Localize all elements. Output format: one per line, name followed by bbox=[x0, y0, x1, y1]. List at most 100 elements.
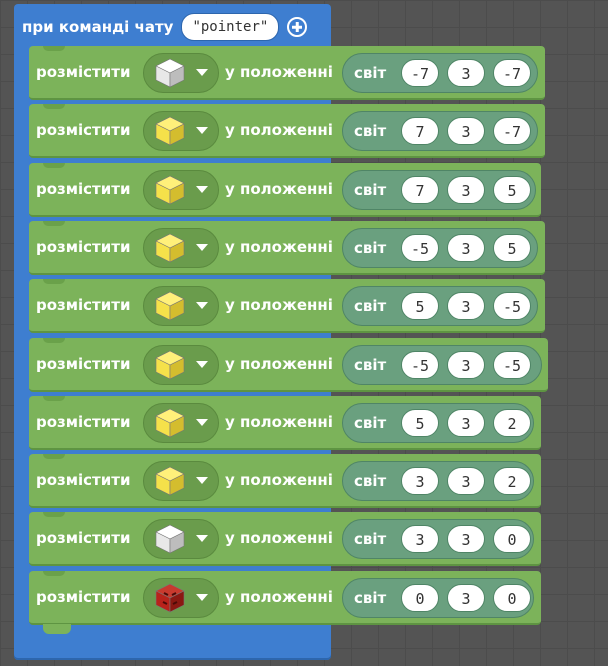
coord-x-input[interactable]: 7 bbox=[401, 176, 439, 204]
place-block-statement[interactable]: розмістити у положенні світ -5 3 -5 bbox=[29, 338, 548, 392]
chevron-down-icon bbox=[196, 594, 208, 601]
chevron-down-icon bbox=[196, 69, 208, 76]
position-label: у положенні bbox=[225, 121, 333, 139]
coord-x-input[interactable]: 5 bbox=[401, 292, 439, 320]
coord-x-input[interactable]: 5 bbox=[401, 409, 439, 437]
stack-end-notch bbox=[43, 624, 71, 634]
coord-y-input[interactable]: 3 bbox=[447, 234, 485, 262]
coord-y-input[interactable]: 3 bbox=[447, 467, 485, 495]
white-block-icon bbox=[154, 57, 186, 89]
block-type-dropdown[interactable] bbox=[143, 461, 219, 501]
block-type-dropdown[interactable] bbox=[143, 228, 219, 268]
block-type-dropdown[interactable] bbox=[143, 170, 219, 210]
coord-x-input[interactable]: -7 bbox=[401, 59, 439, 87]
world-position-reporter[interactable]: світ -5 3 -5 bbox=[342, 345, 542, 385]
coord-x-input[interactable]: 3 bbox=[401, 525, 439, 553]
block-type-dropdown[interactable] bbox=[143, 519, 219, 559]
position-label: у положенні bbox=[225, 355, 333, 373]
position-label: у положенні bbox=[225, 471, 333, 489]
coord-x-input[interactable]: 7 bbox=[401, 117, 439, 145]
coord-x-input[interactable]: 3 bbox=[401, 467, 439, 495]
place-block-statement[interactable]: розмістити у положенні світ 7 3 -7 bbox=[29, 104, 545, 158]
position-label: у положенні bbox=[225, 413, 333, 431]
event-header: при команді чату "pointer" bbox=[22, 12, 308, 42]
coord-z-input[interactable]: 0 bbox=[493, 584, 531, 612]
place-block-statement[interactable]: розмістити у положенні світ 5 3 2 bbox=[29, 396, 541, 450]
coord-z-input[interactable]: 0 bbox=[493, 525, 531, 553]
world-position-reporter[interactable]: світ 3 3 0 bbox=[342, 519, 534, 559]
world-label: світ bbox=[354, 414, 387, 432]
coord-x-input[interactable]: -5 bbox=[401, 351, 439, 379]
position-label: у положенні bbox=[225, 296, 333, 314]
world-position-reporter[interactable]: світ -7 3 -7 bbox=[342, 53, 538, 93]
place-label: розмістити bbox=[36, 471, 131, 489]
redstone-block-icon bbox=[154, 582, 186, 614]
place-block-statement[interactable]: розмістити у положенні світ 7 3 5 bbox=[29, 163, 541, 217]
place-block-statement[interactable]: розмістити у положенні світ 5 3 -5 bbox=[29, 279, 545, 333]
coord-x-input[interactable]: 0 bbox=[401, 584, 439, 612]
chat-command-input[interactable]: "pointer" bbox=[181, 13, 280, 41]
coord-z-input[interactable]: 2 bbox=[493, 467, 531, 495]
place-label: розмістити bbox=[36, 180, 131, 198]
chevron-down-icon bbox=[196, 535, 208, 542]
coord-y-input[interactable]: 3 bbox=[447, 292, 485, 320]
coord-z-input[interactable]: 5 bbox=[493, 234, 531, 262]
place-label: розмістити bbox=[36, 588, 131, 606]
chevron-down-icon bbox=[196, 244, 208, 251]
gold-block-icon bbox=[154, 174, 186, 206]
coord-z-input[interactable]: -7 bbox=[493, 59, 531, 87]
coord-y-input[interactable]: 3 bbox=[447, 117, 485, 145]
world-label: світ bbox=[354, 64, 387, 82]
white-block-icon bbox=[154, 523, 186, 555]
coord-z-input[interactable]: -5 bbox=[493, 292, 531, 320]
add-parameter-icon[interactable] bbox=[287, 17, 308, 37]
place-block-statement[interactable]: розмістити у положенні світ 0 3 0 bbox=[29, 571, 541, 625]
world-label: світ bbox=[354, 122, 387, 140]
place-label: розмістити bbox=[36, 355, 131, 373]
chevron-down-icon bbox=[196, 186, 208, 193]
event-title: при команді чату bbox=[22, 18, 174, 36]
block-type-dropdown[interactable] bbox=[143, 53, 219, 93]
place-label: розмістити bbox=[36, 121, 131, 139]
coord-y-input[interactable]: 3 bbox=[447, 409, 485, 437]
block-type-dropdown[interactable] bbox=[143, 578, 219, 618]
world-position-reporter[interactable]: світ 7 3 -7 bbox=[342, 111, 538, 151]
place-label: розмістити bbox=[36, 238, 131, 256]
place-block-statement[interactable]: розмістити у положенні світ -7 3 -7 bbox=[29, 46, 545, 100]
world-position-reporter[interactable]: світ 5 3 2 bbox=[342, 403, 534, 443]
world-label: світ bbox=[354, 530, 387, 548]
world-position-reporter[interactable]: світ 5 3 -5 bbox=[342, 286, 538, 326]
coord-y-input[interactable]: 3 bbox=[447, 59, 485, 87]
coord-y-input[interactable]: 3 bbox=[447, 584, 485, 612]
block-type-dropdown[interactable] bbox=[143, 345, 219, 385]
block-type-dropdown[interactable] bbox=[143, 111, 219, 151]
position-label: у положенні bbox=[225, 529, 333, 547]
place-label: розмістити bbox=[36, 413, 131, 431]
place-block-statement[interactable]: розмістити у положенні світ 3 3 2 bbox=[29, 454, 541, 508]
world-position-reporter[interactable]: світ 0 3 0 bbox=[342, 578, 534, 618]
coord-z-input[interactable]: 2 bbox=[493, 409, 531, 437]
place-block-statement[interactable]: розмістити у положенні світ -5 3 5 bbox=[29, 221, 545, 275]
place-block-statement[interactable]: розмістити у положенні світ 3 3 0 bbox=[29, 512, 541, 566]
gold-block-icon bbox=[154, 407, 186, 439]
place-label: розмістити bbox=[36, 529, 131, 547]
world-position-reporter[interactable]: світ 3 3 2 bbox=[342, 461, 534, 501]
coord-z-input[interactable]: -7 bbox=[493, 117, 531, 145]
block-type-dropdown[interactable] bbox=[143, 286, 219, 326]
world-position-reporter[interactable]: світ 7 3 5 bbox=[342, 170, 536, 210]
coord-y-input[interactable]: 3 bbox=[447, 176, 485, 204]
position-label: у положенні bbox=[225, 63, 333, 81]
coord-x-input[interactable]: -5 bbox=[401, 234, 439, 262]
chevron-down-icon bbox=[196, 127, 208, 134]
block-type-dropdown[interactable] bbox=[143, 403, 219, 443]
coord-y-input[interactable]: 3 bbox=[447, 525, 485, 553]
world-position-reporter[interactable]: світ -5 3 5 bbox=[342, 228, 538, 268]
coord-y-input[interactable]: 3 bbox=[447, 351, 485, 379]
world-label: світ bbox=[354, 181, 387, 199]
place-label: розмістити bbox=[36, 296, 131, 314]
world-label: світ bbox=[354, 239, 387, 257]
coord-z-input[interactable]: 5 bbox=[493, 176, 531, 204]
chevron-down-icon bbox=[196, 419, 208, 426]
coord-z-input[interactable]: -5 bbox=[493, 351, 531, 379]
world-label: світ bbox=[354, 297, 387, 315]
